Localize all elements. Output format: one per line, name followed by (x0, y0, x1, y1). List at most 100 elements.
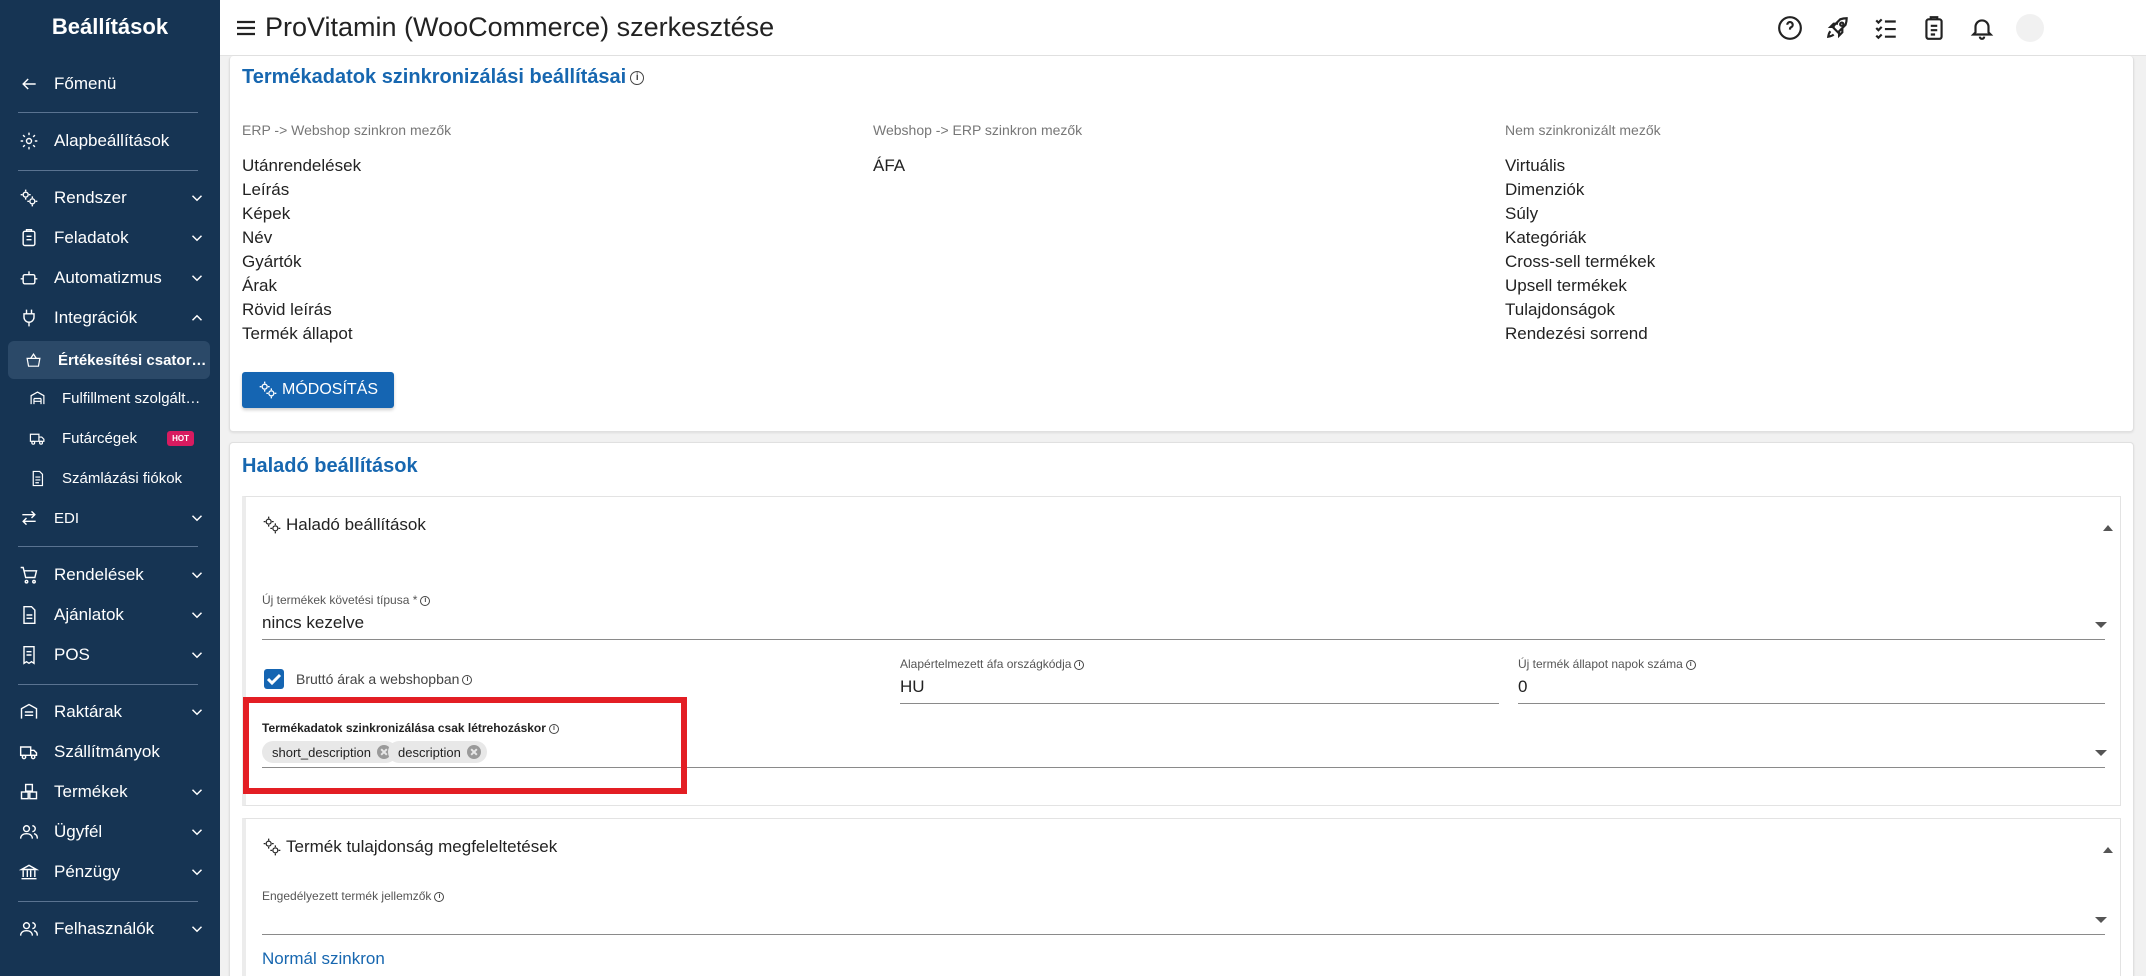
list-item: Súly (1505, 204, 1539, 223)
rocket-icon[interactable] (1824, 14, 1852, 42)
modify-button[interactable]: MÓDOSÍTÁS (242, 372, 395, 408)
sync-settings-card: Termékadatok szinkronizálási beállításai… (229, 56, 2134, 432)
new-product-tracking-select[interactable]: nincs kezelve (262, 613, 364, 633)
sidebar-item-raktarak[interactable]: Raktárak (12, 695, 208, 729)
list-item: Cross-sell termékek (1505, 252, 1656, 271)
sidebar-item-feladatok[interactable]: Feladatok (12, 221, 208, 255)
sidebar-item-fulfillment[interactable]: Fulfillment szolgáltatók (12, 381, 208, 415)
field-underline (900, 703, 1499, 704)
chevron-down-icon (186, 227, 208, 249)
sidebar-item-ajanlatok[interactable]: Ajánlatok (12, 598, 208, 632)
sidebar-item-label: Ügyfél (54, 822, 103, 841)
info-icon[interactable]: i (1685, 659, 1696, 670)
user-menu[interactable] (2016, 14, 2126, 42)
sidebar-item-label: Értékesítési csatornák (58, 351, 210, 369)
sidebar-item-rendszer[interactable]: Rendszer (12, 181, 208, 215)
collapse-icon[interactable] (2101, 521, 2115, 535)
cogs-icon (18, 187, 40, 209)
gross-prices-checkbox[interactable] (264, 669, 284, 689)
list-item: Árak (242, 276, 277, 295)
menu-icon[interactable] (234, 16, 258, 40)
help-icon[interactable] (1776, 14, 1804, 42)
sidebar: Beállítások Főmenü Alapbeállítások Rends… (0, 0, 220, 976)
bell-icon[interactable] (1968, 14, 1996, 42)
sidebar-item-label: Ajánlatok (54, 605, 124, 624)
chevron-down-icon (186, 564, 208, 586)
sidebar-title: Beállítások (51, 14, 169, 39)
clipboard-icon[interactable] (1920, 14, 1948, 42)
webshop-to-erp-header: Webshop -> ERP szinkron mezők (873, 122, 1083, 138)
sidebar-item-fomenu[interactable]: Főmenü (12, 67, 208, 101)
new-state-days-input[interactable]: 0 (1518, 677, 1527, 697)
sidebar-item-rendelesek[interactable]: Rendelések (12, 558, 208, 592)
arrow-left-icon (18, 73, 40, 95)
sidebar-item-felhasznalok[interactable]: Felhasználók (12, 912, 208, 946)
info-icon[interactable]: i (630, 70, 645, 85)
field-underline (262, 639, 2105, 640)
info-icon[interactable]: i (1074, 659, 1085, 670)
list-item: ÁFA (873, 156, 906, 175)
dropdown-arrow-icon[interactable] (2095, 917, 2107, 923)
webshop-to-erp-list: ÁFA (873, 154, 905, 178)
info-icon[interactable]: i (434, 891, 445, 902)
clipboard-icon (18, 227, 40, 249)
document-icon (18, 604, 40, 626)
sidebar-item-label: Számlázási fiókok (62, 469, 183, 487)
robot-icon (18, 267, 40, 289)
erp-to-webshop-header: ERP -> Webshop szinkron mezők (242, 122, 452, 138)
sidebar-item-label: Termékek (54, 782, 128, 801)
plug-icon (18, 307, 40, 329)
basket-icon (22, 349, 44, 371)
sidebar-item-label: Főmenü (54, 74, 117, 93)
advanced-panel-header[interactable]: Haladó beállítások (262, 515, 426, 535)
gear-icon (18, 130, 40, 152)
info-icon[interactable]: i (420, 595, 431, 606)
sidebar-item-label: Fulfillment szolgáltatók (62, 389, 208, 407)
sidebar-item-integraciok[interactable]: Integrációk (12, 301, 208, 335)
sidebar-item-szallitmanyok[interactable]: Szállítmányok (12, 735, 208, 769)
chevron-up-icon (186, 307, 208, 329)
users-icon (18, 918, 40, 940)
vat-country-input[interactable]: HU (900, 677, 925, 697)
truck-icon (26, 427, 48, 449)
normal-sync-link[interactable]: Normál szinkron (262, 949, 385, 969)
sidebar-item-label: Integrációk (54, 308, 138, 327)
chevron-down-icon (186, 604, 208, 626)
dropdown-arrow-icon[interactable] (2095, 622, 2107, 628)
sidebar-item-alapbeallitasok[interactable]: Alapbeállítások (12, 124, 208, 158)
sidebar-item-label: Futárcégek (62, 429, 138, 447)
avatar (2016, 14, 2044, 42)
toolbar-icons (1756, 14, 1996, 42)
sidebar-item-label: Rendszer (54, 188, 127, 207)
sidebar-item-penzugy[interactable]: Pénzügy (12, 855, 208, 889)
sidebar-item-label: POS (54, 645, 90, 664)
sidebar-item-szamlazasi-fiokok[interactable]: Számlázási fiókok (12, 461, 208, 495)
sidebar-item-ertekesitesi-csatornak[interactable]: Értékesítési csatornák (8, 341, 210, 379)
list-item: Név (242, 228, 273, 247)
list-item: Rendezési sorrend (1505, 324, 1648, 343)
dropdown-arrow-icon[interactable] (2095, 750, 2107, 756)
not-synced-list: Virtuális Dimenziók Súly Kategóriák Cros… (1505, 154, 1655, 346)
erp-to-webshop-list: Utánrendelések Leírás Képek Név Gyártók … (242, 154, 361, 346)
sidebar-item-ugyfel[interactable]: Ügyfél (12, 815, 208, 849)
receipt-icon (18, 644, 40, 666)
sidebar-item-automatizmus[interactable]: Automatizmus (12, 261, 208, 295)
divider (18, 112, 198, 113)
chevron-down-icon (186, 821, 208, 843)
check-icon (266, 673, 282, 686)
divider (18, 684, 198, 685)
sidebar-item-edi[interactable]: EDI (12, 501, 208, 535)
chevron-down-icon (186, 644, 208, 666)
invoice-icon (26, 467, 48, 489)
info-icon[interactable]: i (462, 675, 473, 686)
divider (18, 901, 198, 902)
list-item: Virtuális (1505, 156, 1566, 175)
property-panel-header[interactable]: Termék tulajdonság megfeleltetések (262, 837, 557, 857)
collapse-icon[interactable] (2101, 843, 2115, 857)
list-item: Gyártók (242, 252, 302, 271)
sidebar-item-termekek[interactable]: Termékek (12, 775, 208, 809)
sidebar-item-pos[interactable]: POS (12, 638, 208, 672)
sidebar-item-futarcegek[interactable]: Futárcégek HOT (12, 421, 208, 455)
chevron-down-icon (186, 861, 208, 883)
checklist-icon[interactable] (1872, 14, 1900, 42)
